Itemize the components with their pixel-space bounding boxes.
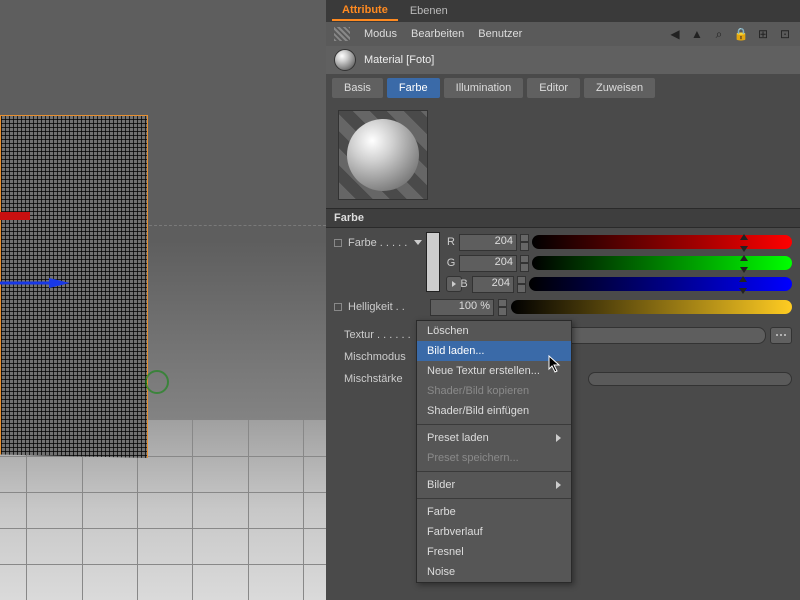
channel-tabs: Basis Farbe Illumination Editor Zuweisen [326,74,800,102]
textur-browse-button[interactable] [770,327,792,344]
label-mischstaerke: Mischstärke [344,373,422,385]
label-g: G [446,257,456,269]
dropdown-icon[interactable] [414,240,422,245]
ctx-shader-kopieren: Shader/Bild kopieren [417,381,571,401]
material-preview-large[interactable] [338,110,428,200]
slider-blue[interactable] [529,277,792,291]
search-icon[interactable]: ⌕ [712,27,726,41]
lock-icon[interactable]: 🔒 [734,27,748,41]
slider-brightness[interactable] [511,300,792,314]
material-title: Material [Foto] [364,54,434,66]
input-brightness[interactable]: 100 % [430,299,494,316]
spinner-green[interactable] [520,255,529,272]
submenu-arrow-icon [556,434,561,442]
label-textur: Textur . . . . . . [344,329,422,341]
ctx-noise[interactable]: Noise [417,562,571,582]
label-farbe: Farbe . . . . . [348,237,410,249]
label-mischmodus: Mischmodus [344,351,422,363]
slider-red[interactable] [532,235,792,249]
cursor-icon [548,355,562,373]
color-swatch[interactable] [426,232,440,292]
ctx-fresnel[interactable]: Fresnel [417,542,571,562]
tab-zuweisen[interactable]: Zuweisen [584,78,655,98]
submenu-arrow-icon [556,481,561,489]
helligkeit-checkbox[interactable] [334,303,342,311]
ctx-farbverlauf[interactable]: Farbverlauf [417,522,571,542]
material-header: Material [Foto] [326,46,800,74]
input-green[interactable]: 204 [459,255,517,272]
menu-user[interactable]: Benutzer [478,28,522,40]
axis-y-icon [145,370,169,394]
farbe-checkbox[interactable] [334,239,342,247]
nav-up-icon[interactable]: ▲ [690,27,704,41]
menu-edit[interactable]: Bearbeiten [411,28,464,40]
input-blue[interactable]: 204 [472,276,514,293]
tab-attributes[interactable]: Attribute [332,1,398,21]
grip-icon [334,27,350,41]
section-farbe: Farbe [326,208,800,228]
tab-farbe[interactable]: Farbe [387,78,440,98]
separator-icon [417,424,571,425]
tab-editor[interactable]: Editor [527,78,580,98]
nav-back-icon[interactable]: ◀ [668,27,682,41]
tab-illumination[interactable]: Illumination [444,78,524,98]
panel-toolbar: Modus Bearbeiten Benutzer ◀ ▲ ⌕ 🔒 ⊞ ⊡ [326,22,800,46]
panel-tabs: Attribute Ebenen [326,0,800,22]
preview-area [326,102,800,208]
axis-x-icon [0,212,30,220]
preview-sphere-icon [347,119,419,191]
new-icon[interactable]: ⊞ [756,27,770,41]
separator-icon [417,498,571,499]
viewport-3d[interactable] [0,0,326,600]
separator-icon [417,471,571,472]
label-r: R [446,236,456,248]
ctx-preset-laden[interactable]: Preset laden [417,428,571,448]
ctx-bilder[interactable]: Bilder [417,475,571,495]
ctx-loeschen[interactable]: Löschen [417,321,571,341]
label-b: B [459,278,469,290]
ctx-farbe[interactable]: Farbe [417,502,571,522]
tab-basis[interactable]: Basis [332,78,383,98]
spinner-brightness[interactable] [498,299,507,316]
menu-mode[interactable]: Modus [364,28,397,40]
spinner-red[interactable] [520,234,529,251]
material-preview-icon [334,49,356,71]
spinner-blue[interactable] [517,276,526,293]
mesh-object[interactable] [0,115,148,465]
ctx-shader-einfuegen[interactable]: Shader/Bild einfügen [417,401,571,421]
label-helligkeit: Helligkeit . . [348,301,426,313]
tab-layers[interactable]: Ebenen [400,2,458,20]
slider-green[interactable] [532,256,792,270]
input-red[interactable]: 204 [459,234,517,251]
options-icon[interactable]: ⊡ [778,27,792,41]
slider-mischstaerke[interactable] [588,372,792,386]
ctx-preset-speichern: Preset speichern... [417,448,571,468]
